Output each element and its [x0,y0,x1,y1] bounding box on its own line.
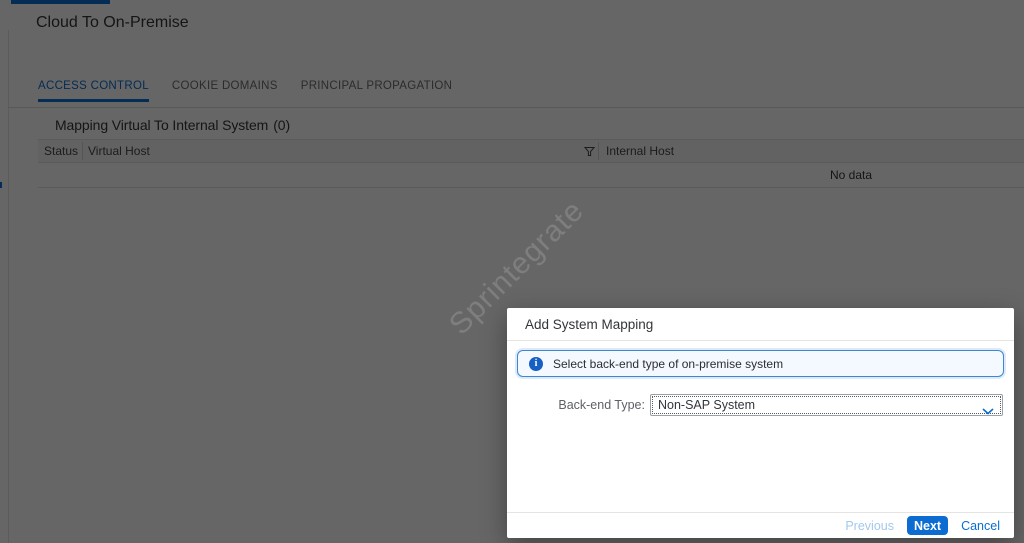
previous-button[interactable]: Previous [845,519,894,533]
dialog-title: Add System Mapping [525,317,654,332]
info-message-strip: i Select back-end type of on-premise sys… [517,350,1004,377]
dialog-footer: Previous Next Cancel [507,512,1014,538]
backend-type-select[interactable]: Non-SAP System [650,394,1003,416]
info-message-text: Select back-end type of on-premise syste… [553,356,784,371]
chevron-down-icon [982,402,994,415]
add-system-mapping-dialog: Add System Mapping i Select back-end typ… [507,308,1014,538]
screen: Cloud To On-Premise ACCESS CONTROL COOKI… [0,0,1024,543]
backend-type-label: Back-end Type: [558,398,645,412]
backend-type-form-row: Back-end Type: Non-SAP System [507,394,1014,416]
next-button[interactable]: Next [906,516,949,535]
dialog-header: Add System Mapping [507,308,1014,341]
info-icon: i [529,356,543,371]
backend-type-selected-value: Non-SAP System [658,398,756,412]
cancel-button[interactable]: Cancel [961,519,1000,533]
